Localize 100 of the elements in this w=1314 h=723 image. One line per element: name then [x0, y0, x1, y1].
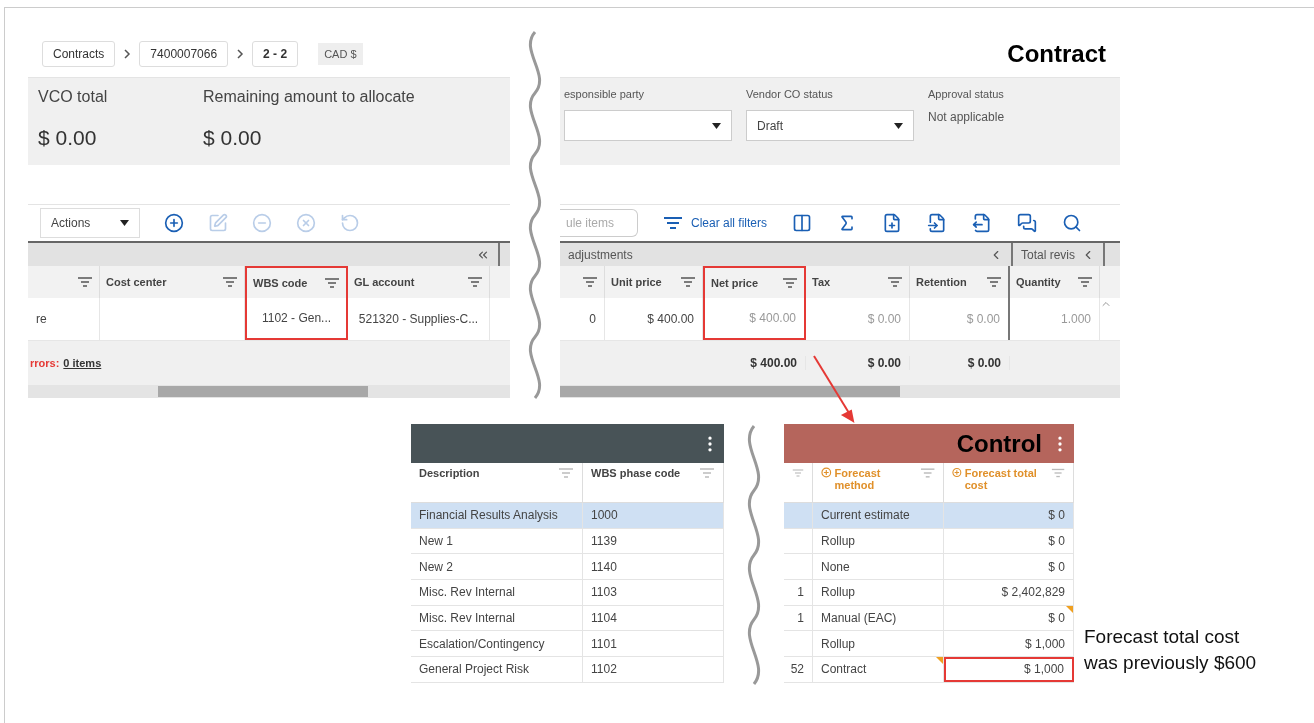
filter-icon[interactable]: [782, 277, 798, 289]
table-cell: 1.000: [1060, 312, 1091, 326]
actions-dropdown[interactable]: Actions: [40, 208, 140, 238]
filter-icon[interactable]: [680, 276, 696, 288]
add-icon[interactable]: [164, 213, 184, 233]
filter-icon[interactable]: [324, 277, 340, 289]
total-cell: $ 0.00: [967, 356, 1001, 370]
filter-icon[interactable]: [582, 276, 598, 288]
table-cell: Contract: [821, 662, 867, 677]
table-cell: $ 1,000: [1024, 636, 1065, 651]
columns-icon[interactable]: [792, 213, 813, 233]
table-cell: Current estimate: [821, 508, 910, 523]
plus-circle-icon: [821, 467, 832, 478]
filter-icon[interactable]: [887, 276, 903, 288]
group-header: Total revis: [1021, 247, 1076, 262]
table-row[interactable]: New 1 1139: [411, 528, 724, 555]
table-cell: Manual (EAC): [821, 611, 897, 626]
table-cell: Rollup: [821, 636, 856, 651]
column-header: Forecast total cost: [952, 467, 1051, 491]
table-cell: 1140: [591, 559, 617, 574]
table-cell: $ 0: [1048, 559, 1065, 574]
table-cell: re: [36, 312, 47, 326]
table-cell: $ 2,402,829: [1001, 585, 1065, 600]
field-label: esponsible party: [564, 88, 646, 100]
table-cell: Financial Results Analysis: [419, 508, 558, 523]
export-icon[interactable]: [972, 213, 993, 233]
section-title: Control: [956, 429, 1042, 458]
table-cell: Misc. Rev Internal: [419, 611, 516, 626]
table-cell: 1000: [591, 508, 618, 523]
table-row[interactable]: 52 Contract $ 1,000: [784, 657, 1074, 683]
filter-icon[interactable]: [77, 276, 93, 288]
chevron-icon: [123, 48, 132, 59]
select-field[interactable]: Draft: [746, 110, 914, 141]
table-row[interactable]: General Project Risk 1102: [411, 657, 724, 683]
total-cell: $ 400.00: [750, 356, 797, 370]
table-cell: 1: [797, 611, 804, 626]
filter-icon[interactable]: [986, 276, 1002, 288]
scrollbar-thumb[interactable]: [560, 386, 900, 397]
column-header: GL account: [354, 276, 415, 288]
section-title: Contract: [1007, 39, 1106, 68]
table-cell: $ 0: [1048, 534, 1065, 549]
table-row[interactable]: New 2 1140: [411, 554, 724, 581]
column-header: Unit price: [611, 276, 662, 288]
table-cell: None: [821, 559, 850, 574]
table-cell: New 1: [419, 534, 453, 549]
table-row[interactable]: None $ 0: [784, 554, 1074, 581]
filter-icon[interactable]: [222, 276, 238, 288]
table-row[interactable]: Current estimate $ 0: [784, 503, 1074, 529]
add-document-icon[interactable]: [882, 213, 903, 233]
column-header: Retention: [916, 276, 967, 288]
select-field[interactable]: [564, 110, 732, 141]
import-icon[interactable]: [927, 213, 948, 233]
table-row[interactable]: Misc. Rev Internal 1103: [411, 580, 724, 606]
column-header: WBS phase code: [591, 467, 681, 479]
caret-icon: [712, 122, 721, 129]
errors-link[interactable]: 0 items: [63, 357, 102, 369]
table-cell: Rollup: [821, 534, 856, 549]
table-row[interactable]: 1 Manual (EAC) $ 0: [784, 605, 1074, 632]
breadcrumb[interactable]: Contracts: [42, 40, 116, 67]
table-cell: $ 0.00: [966, 312, 1000, 326]
table-row[interactable]: Financial Results Analysis 1000: [411, 503, 724, 529]
column-header: Forecast method: [821, 467, 920, 491]
breadcrumb[interactable]: 2 - 2: [252, 40, 299, 67]
table-cell: $ 0: [1048, 508, 1065, 523]
breadcrumb[interactable]: 7400007066: [139, 40, 229, 67]
filter-icon: [663, 216, 683, 230]
column-header: Quantity: [1016, 276, 1061, 288]
comments-icon[interactable]: [1017, 213, 1038, 233]
caret-icon: [894, 122, 903, 129]
table-cell: Rollup: [821, 585, 856, 600]
filter-icon[interactable]: [467, 276, 483, 288]
table-row[interactable]: Misc. Rev Internal 1104: [411, 605, 724, 632]
filter-icon[interactable]: [1050, 467, 1065, 479]
table-cell: General Project Risk: [419, 662, 530, 677]
table-row[interactable]: Escalation/Contingency 1101: [411, 631, 724, 658]
summary-label: Remaining amount to allocate: [203, 88, 415, 106]
summary-label: VCO total: [38, 88, 109, 106]
clear-filters-button[interactable]: Clear all filters: [663, 216, 768, 230]
total-cell: $ 0.00: [867, 356, 901, 370]
column-header: Description: [419, 467, 480, 479]
column-header: Cost center: [106, 276, 167, 288]
table-cell: $ 400.00: [647, 312, 694, 326]
search-icon[interactable]: [1062, 213, 1083, 233]
field-value: Not applicable: [928, 110, 1006, 124]
table-cell: Escalation/Contingency: [419, 636, 545, 651]
scrollbar-thumb[interactable]: [158, 386, 368, 397]
table-row[interactable]: 1 Rollup $ 2,402,829: [784, 580, 1074, 606]
plus-circle-icon: [952, 467, 962, 478]
chevron-icon: [236, 48, 245, 59]
table-cell: 1139: [591, 534, 617, 549]
table-cell: Misc. Rev Internal: [419, 585, 516, 600]
currency-label: CAD $: [318, 42, 363, 65]
table-cell: $ 400.00: [749, 311, 796, 325]
table-cell: 0: [589, 312, 596, 326]
table-row[interactable]: Rollup $ 1,000: [784, 631, 1074, 658]
summary-value: $ 0.00: [203, 126, 263, 150]
table-cell: 1102: [591, 662, 617, 677]
table-row[interactable]: Rollup $ 0: [784, 528, 1074, 555]
errors-label: rrors:: [29, 357, 60, 369]
filter-icon[interactable]: [1077, 276, 1093, 288]
